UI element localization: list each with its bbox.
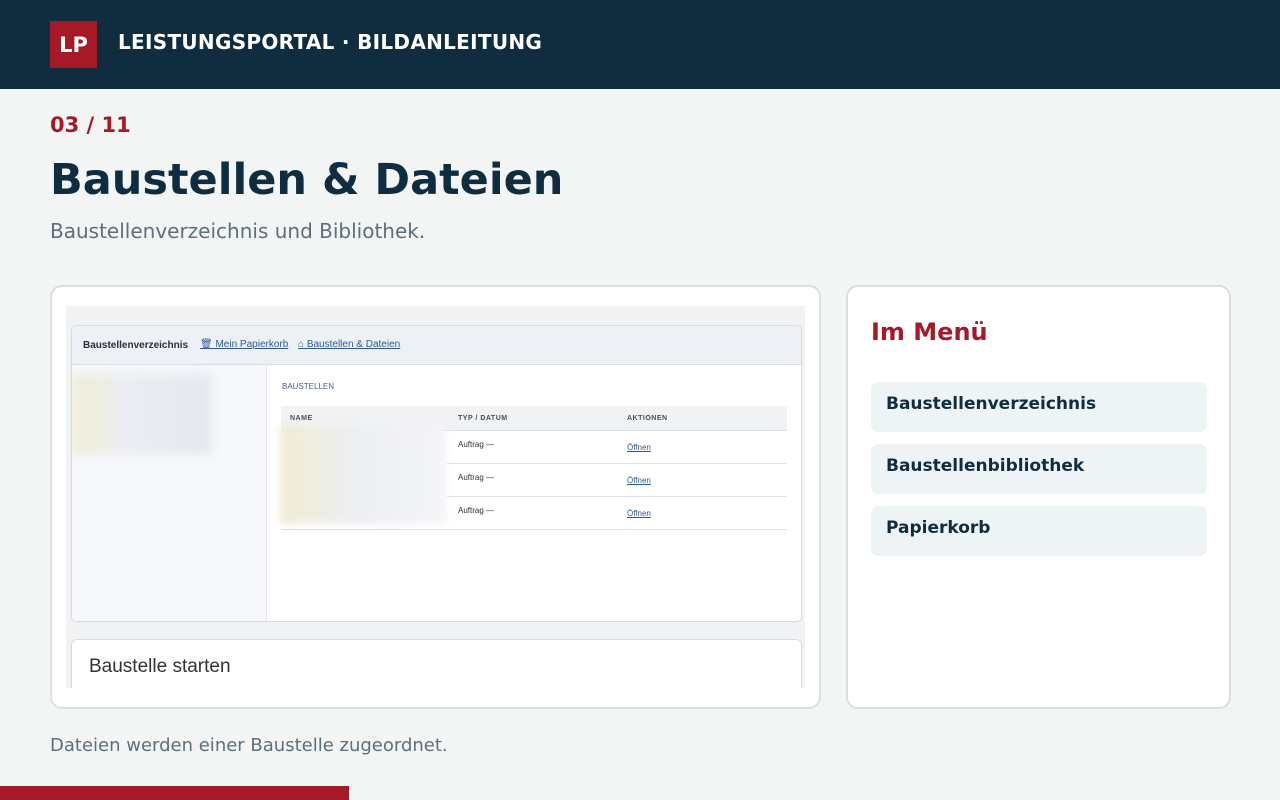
window-title: Baustellenverzeichnis xyxy=(83,340,189,351)
open-link[interactable]: Öffnen xyxy=(627,476,651,485)
progress-bar xyxy=(0,786,349,800)
menu-title: Im Menü xyxy=(871,318,988,346)
app-logo: LP xyxy=(50,21,97,68)
row-type: Auftrag — xyxy=(458,506,495,515)
menu-item-site-library[interactable]: Baustellenbibliothek xyxy=(871,444,1207,494)
row-type: Auftrag — xyxy=(458,440,495,449)
screenshot-card: Baustellenverzeichnis 🗑 Mein Papierkorb … xyxy=(50,285,821,709)
row-type: Auftrag — xyxy=(458,473,495,482)
window-sidebar xyxy=(72,365,267,621)
column-header-actions: AKTIONEN xyxy=(627,415,668,422)
window-toolbar: Baustellenverzeichnis 🗑 Mein Papierkorb … xyxy=(72,326,801,365)
step-counter: 03 / 11 xyxy=(50,113,131,137)
row-divider xyxy=(281,529,447,530)
start-site-title: Baustelle starten xyxy=(89,656,231,677)
table-row: Auftrag — Öffnen xyxy=(447,464,787,497)
page-title: Baustellen & Dateien xyxy=(50,155,564,205)
screenshot-image: Baustellenverzeichnis 🗑 Mein Papierkorb … xyxy=(66,306,805,688)
table-row: Auftrag — Öffnen xyxy=(447,431,787,464)
start-site-card[interactable]: Baustelle starten xyxy=(71,639,802,688)
sites-files-link[interactable]: ⌂ Baustellen & Dateien xyxy=(298,339,400,350)
open-link[interactable]: Öffnen xyxy=(627,509,651,518)
column-header-type: TYP / DATUM xyxy=(458,415,508,422)
menu-item-trash[interactable]: Papierkorb xyxy=(871,506,1207,556)
open-link[interactable]: Öffnen xyxy=(627,443,651,452)
top-header: LP LEISTUNGSPORTAL · BILDANLEITUNG xyxy=(0,0,1280,89)
menu-card: Im Menü Baustellenverzeichnis Baustellen… xyxy=(846,285,1231,709)
menu-item-site-directory[interactable]: Baustellenverzeichnis xyxy=(871,382,1207,432)
blurred-sidebar-content xyxy=(72,373,212,455)
app-window: Baustellenverzeichnis 🗑 Mein Papierkorb … xyxy=(71,325,802,622)
trash-link[interactable]: 🗑 Mein Papierkorb xyxy=(200,339,288,350)
section-label: BAUSTELLEN xyxy=(282,382,335,391)
page-subtitle: Baustellenverzeichnis und Bibliothek. xyxy=(50,219,426,243)
column-header-name: NAME xyxy=(290,415,313,422)
caption: Dateien werden einer Baustelle zugeordne… xyxy=(50,735,448,756)
header-title: LEISTUNGSPORTAL · BILDANLEITUNG xyxy=(118,30,543,54)
table-row: Auftrag — Öffnen xyxy=(447,497,787,530)
blurred-names xyxy=(280,426,446,524)
